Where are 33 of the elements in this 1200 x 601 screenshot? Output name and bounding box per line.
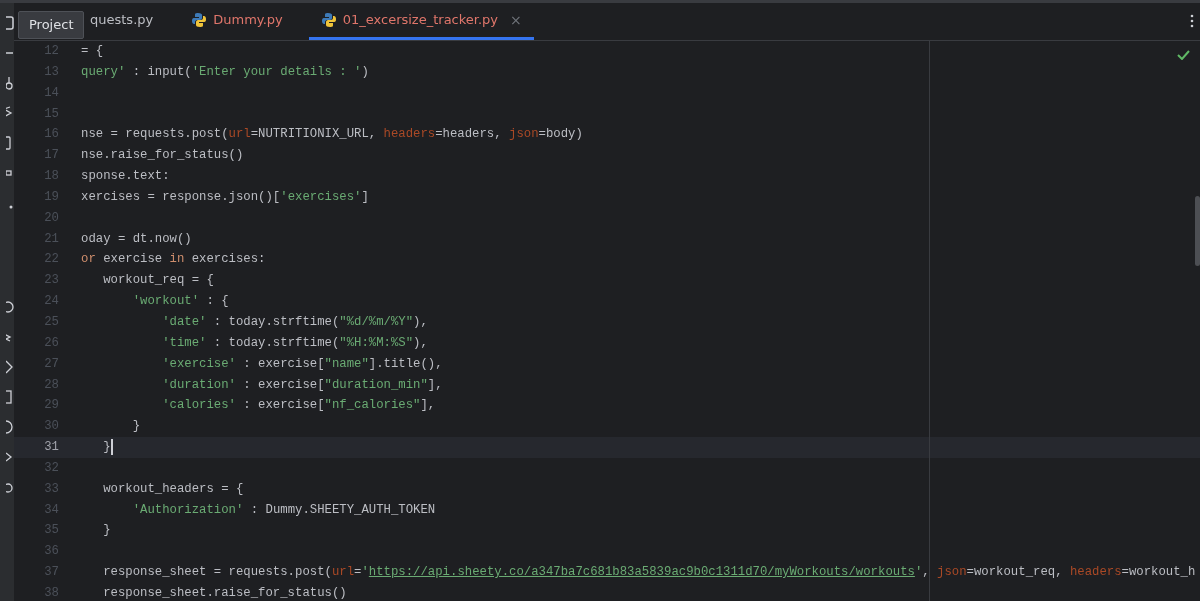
text-cursor — [110, 438, 113, 455]
code-line: nse = requests.post(url=NUTRITIONIX_URL, headers=headers, json=body) — [81, 127, 583, 142]
code-line: workout_req = { — [102, 273, 214, 288]
code-line: = { — [81, 44, 104, 58]
code-line: 'workout' : { — [131, 294, 229, 309]
code-line: 'calories' : exercise["nf_calories"], — [161, 398, 436, 413]
code-line: 'time' : today.strftime("%H:%M:%S"), — [161, 335, 428, 350]
python-file-icon — [320, 12, 337, 28]
check-icon — [1177, 50, 1190, 60]
code-line: response_sheet.raise_for_status() — [102, 585, 347, 600]
code-line: } — [102, 440, 111, 455]
code-line: } — [131, 419, 141, 434]
code-line: oday = dt.now() — [81, 231, 192, 246]
more-options-icon[interactable] — [1190, 13, 1194, 29]
tooltip: Project — [18, 11, 85, 39]
code-line: sponse.text: — [81, 169, 170, 184]
code-line: xercises = response.json()['exercises'] — [81, 189, 369, 204]
line-number: 31 — [14, 437, 80, 458]
code-line: or exercise in exercises: — [81, 252, 266, 267]
scrollbar-thumb[interactable] — [1195, 196, 1200, 266]
code-line: 'exercise' : exercise["name"].title(), — [161, 356, 443, 371]
code-line: 'duration' : exercise["duration_min"], — [161, 377, 443, 392]
code-line: query' : input('Enter your details : ') — [81, 64, 369, 79]
code-line: nse.raise_for_status() — [81, 148, 244, 163]
close-icon[interactable]: × — [510, 9, 522, 31]
code-line: workout_headers = { — [102, 481, 244, 496]
code-line: 'Authorization' : Dummy.SHEETY_AUTH_TOKEN — [131, 502, 436, 517]
editor-tab[interactable]: 01_excersize_tracker.py × — [308, 3, 534, 40]
code-line: response_sheet = requests.post(url='https://api.sheety.co/a347ba7c681b83a5839ac9b0c1311d70/myWorkouts/workouts', json=workout_req, headers=workout_h — [102, 565, 1196, 580]
code-line: 'date' : today.strftime("%d/%m/%Y"), — [161, 314, 428, 329]
editor-tab[interactable]: Dummy.py — [179, 3, 295, 40]
python-file-icon — [191, 12, 208, 28]
code-line: } — [102, 523, 111, 538]
